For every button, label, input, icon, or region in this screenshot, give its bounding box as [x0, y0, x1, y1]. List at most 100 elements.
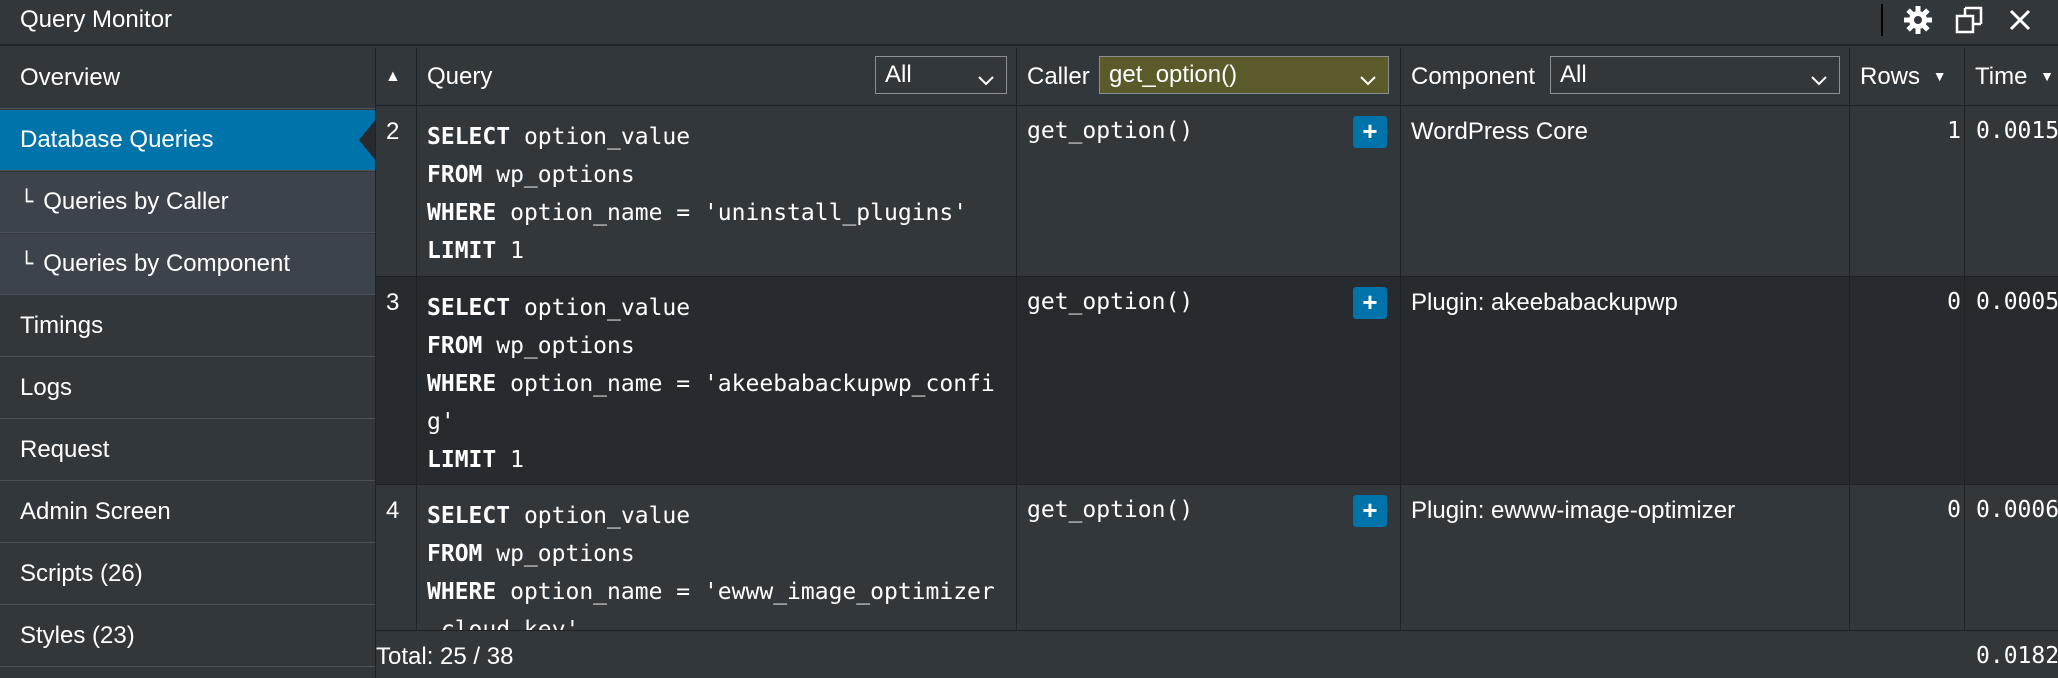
sort-asc-icon[interactable]: ▲: [385, 48, 401, 105]
sidebar-item-label: Database Queries: [20, 126, 214, 153]
caller-filter-value: get_option(): [1109, 61, 1238, 88]
sql-line: FROM wp_options: [427, 535, 997, 573]
sidebar-item-label: Logs: [20, 374, 73, 401]
close-icon[interactable]: [2004, 4, 2036, 36]
sidebar-item-queries-by-component[interactable]: └ Queries by Component: [0, 234, 375, 295]
caller-filter-select[interactable]: get_option(): [1099, 56, 1389, 94]
sidebar-item-request[interactable]: Request: [0, 420, 375, 481]
column-header-rows-label: Rows: [1860, 63, 1921, 90]
query-monitor-panel: Query Monitor Overview Database Queries …: [0, 0, 2058, 678]
column-divider: [1849, 106, 1850, 277]
column-header-rows[interactable]: Rows ▼: [1860, 48, 1947, 105]
component-name: Plugin: ewww-image-optimizer: [1411, 497, 1736, 524]
gear-icon[interactable]: [1902, 4, 1934, 36]
query-time: 0.0006: [1976, 497, 2058, 523]
sidebar-item-label: Scripts (26): [20, 560, 143, 587]
sql-line: LIMIT 1: [427, 441, 997, 479]
sidebar-item-timings[interactable]: Timings: [0, 296, 375, 357]
sidebar-item-scripts[interactable]: Scripts (26): [0, 544, 375, 605]
sql-text: option_value: [510, 124, 691, 150]
sql-keyword: SELECT: [427, 124, 511, 150]
column-divider: [1016, 277, 1017, 485]
table-row: 3 SELECT option_value FROM wp_options WH…: [376, 277, 2058, 485]
sql-text: option_value: [510, 295, 691, 321]
tree-branch-icon: └: [20, 252, 34, 277]
sql-line: WHERE option_name = 'akeebabackupwp_conf…: [427, 365, 997, 441]
sql-text: wp_options: [482, 541, 635, 567]
sidebar-item-label: Admin Screen: [20, 498, 171, 525]
sql-line: WHERE option_name = 'uninstall_plugins': [427, 194, 997, 232]
sql-keyword: SELECT: [427, 503, 511, 529]
sidebar-item-admin-screen[interactable]: Admin Screen: [0, 482, 375, 543]
sql-keyword: FROM: [427, 333, 483, 359]
query-time: 0.0005: [1976, 289, 2058, 315]
expand-caller-button[interactable]: +: [1353, 116, 1387, 148]
component-filter-value: All: [1560, 61, 1587, 88]
total-time: 0.0182: [1976, 643, 2058, 669]
component-filter-select[interactable]: All: [1550, 56, 1840, 94]
sidebar-item-queries-by-caller[interactable]: └ Queries by Caller: [0, 172, 375, 233]
caller-name[interactable]: get_option(): [1027, 289, 1193, 315]
row-number: 3: [386, 289, 400, 316]
chevron-down-icon: [976, 65, 996, 101]
total-count: Total: 25 / 38: [376, 643, 514, 670]
sql-text: option_name = 'uninstall_plugins': [496, 200, 968, 226]
expand-caller-button[interactable]: +: [1353, 287, 1387, 319]
query-filter-select[interactable]: All: [875, 56, 1007, 94]
sql-text: 1: [496, 238, 524, 264]
row-count: 0: [1947, 497, 1961, 523]
sql-text: option_value: [510, 503, 691, 529]
column-header-caller: Caller: [1027, 63, 1090, 90]
sort-desc-icon: ▼: [1932, 68, 1947, 84]
column-divider: [1849, 48, 1850, 105]
sql-keyword: WHERE: [427, 371, 497, 397]
sql-query[interactable]: SELECT option_value FROM wp_options WHER…: [427, 118, 997, 270]
sidebar-item-label: Request: [20, 436, 110, 463]
sql-text: wp_options: [482, 162, 635, 188]
column-divider: [1964, 106, 1965, 277]
column-divider: [1400, 106, 1401, 277]
caller-name[interactable]: get_option(): [1027, 497, 1193, 523]
sql-line: FROM wp_options: [427, 156, 997, 194]
caller-name[interactable]: get_option(): [1027, 118, 1193, 144]
column-divider: [1964, 277, 1965, 485]
title-bar: Query Monitor: [0, 0, 2058, 46]
column-divider: [416, 277, 417, 485]
sql-keyword: WHERE: [427, 200, 497, 226]
panel-title: Query Monitor: [20, 6, 173, 33]
sql-query[interactable]: SELECT option_value FROM wp_options WHER…: [427, 497, 997, 649]
sidebar-item-logs[interactable]: Logs: [0, 358, 375, 419]
title-bar-divider: [1881, 4, 1883, 36]
row-count: 0: [1947, 289, 1961, 315]
table-header: ▲ Query All Caller get_option() Componen…: [376, 48, 2058, 106]
sidebar-item-label: Timings: [20, 312, 104, 339]
column-header-time[interactable]: Time ▼: [1975, 48, 2054, 105]
sidebar-item-label: Queries by Caller: [43, 188, 229, 215]
sql-line: SELECT option_value: [427, 289, 997, 327]
sql-keyword: FROM: [427, 541, 483, 567]
sidebar-item-label: Overview: [20, 64, 121, 91]
column-divider: [416, 48, 417, 105]
column-divider: [1016, 106, 1017, 277]
sql-keyword: FROM: [427, 162, 483, 188]
sidebar-item-database-queries[interactable]: Database Queries: [0, 110, 377, 171]
sql-keyword: WHERE: [427, 579, 497, 605]
sql-text: option_name = 'akeebabackupwp_config': [427, 371, 995, 435]
sql-query[interactable]: SELECT option_value FROM wp_options WHER…: [427, 289, 997, 479]
sql-text: wp_options: [482, 333, 635, 359]
sql-line: SELECT option_value: [427, 118, 997, 156]
sql-line: SELECT option_value: [427, 497, 997, 535]
sidebar-item-overview[interactable]: Overview: [0, 48, 375, 109]
sidebar-item-styles[interactable]: Styles (23): [0, 606, 375, 667]
queries-table: ▲ Query All Caller get_option() Componen…: [375, 48, 2058, 678]
popout-icon[interactable]: [1953, 4, 1985, 36]
sql-keyword: SELECT: [427, 295, 511, 321]
column-divider: [1400, 277, 1401, 485]
sql-text: 1: [496, 447, 524, 473]
expand-caller-button[interactable]: +: [1353, 495, 1387, 527]
row-number: 2: [386, 118, 400, 145]
column-header-query: Query: [427, 63, 493, 90]
column-divider: [1964, 48, 1965, 105]
table-row: 2 SELECT option_value FROM wp_options WH…: [376, 106, 2058, 277]
query-filter-value: All: [885, 61, 912, 88]
